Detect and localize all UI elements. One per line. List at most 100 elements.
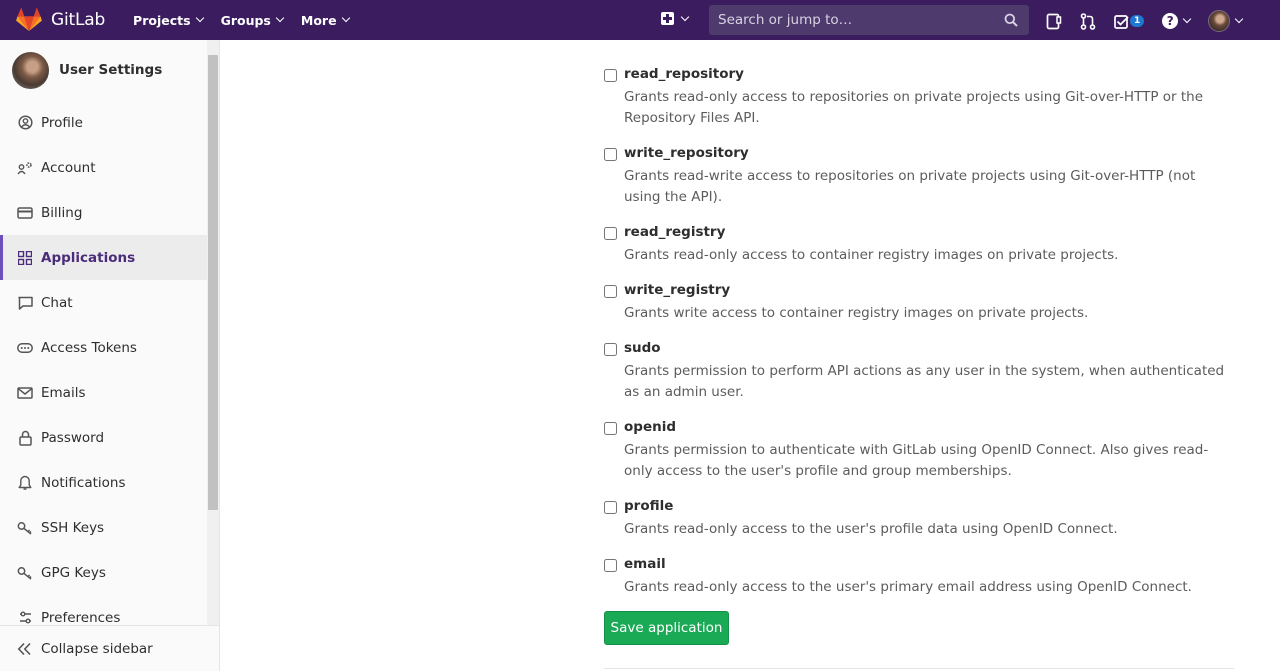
account-icon [17,160,33,176]
chevron-down-icon [195,13,204,23]
sidebar-item-label: Notifications [41,474,126,491]
sidebar-item-chat[interactable]: Chat [0,280,207,325]
user-dropdown[interactable] [1208,10,1244,32]
plus-square-icon [661,12,674,25]
chevron-down-icon [1235,14,1244,24]
clipped-previous-description [624,30,754,44]
more-menu-label: More [300,12,337,28]
chevron-down-icon [680,12,690,21]
sidebar-item-label: SSH Keys [41,519,105,536]
search-box [709,5,1029,35]
projects-menu[interactable]: Projects [133,12,204,28]
settings-sidebar: User Settings Profile Account Billing Ap… [0,40,220,671]
scope-name: sudo [624,340,661,356]
sidebar-item-label: Account [41,159,96,176]
save-application-button[interactable]: Save application [604,611,729,645]
key-icon [17,520,33,536]
sidebar-item-applications[interactable]: Applications [0,235,207,280]
scope-description: Grants permission to perform API actions… [624,363,1225,400]
scope-name: openid [624,419,676,435]
scope-checkbox-read-registry[interactable] [604,227,617,240]
sidebar-item-label: Emails [41,384,86,401]
navbar-icons: 1 ? [1046,10,1260,32]
brand-name: GitLab [51,10,106,30]
sidebar-item-label: Preferences [41,609,121,626]
help-icon: ? [1162,13,1179,29]
scope-name: profile [624,498,674,514]
sidebar-item-label: Access Tokens [41,339,137,356]
envelope-icon [17,385,33,401]
todos-button[interactable]: 1 [1114,14,1145,29]
scope-checkbox-email[interactable] [604,559,617,572]
scope-description: Grants read-only access to the user's pr… [624,579,1192,595]
main-content: read_repository Grants read-only access … [221,40,1280,671]
credit-card-icon [17,205,33,221]
token-icon [17,340,33,356]
form-divider [604,668,1234,669]
todo-check-icon [1114,14,1129,29]
sidebar-item-access-tokens[interactable]: Access Tokens [0,325,207,370]
merge-request-icon[interactable] [1080,12,1096,30]
issues-icon[interactable] [1046,13,1062,30]
applications-grid-icon [17,250,33,266]
help-dropdown[interactable]: ? [1162,13,1192,29]
sidebar-scrollbar-thumb[interactable] [208,55,218,510]
sidebar-item-label: Billing [41,204,83,221]
collapse-sidebar-label: Collapse sidebar [41,640,153,657]
scope-name: read_registry [624,224,726,240]
main-menu: Projects Groups More [133,13,367,28]
sidebar-item-label: Applications [41,249,136,266]
scope-description: Grants read-write access to repositories… [624,168,1196,205]
scope-name: email [624,556,666,572]
lock-icon [17,430,33,446]
comment-icon [17,295,33,311]
scope-checkbox-read-repository[interactable] [604,69,617,82]
chevron-down-icon [341,13,350,23]
avatar [12,51,49,89]
sidebar-item-password[interactable]: Password [0,415,207,460]
scope-description: Grants read-only access to container reg… [624,247,1119,263]
more-menu[interactable]: More [300,12,350,28]
scope-checkbox-write-registry[interactable] [604,285,617,298]
scope-description: Grants permission to authenticate with G… [624,442,1209,479]
avatar [1208,10,1231,32]
sidebar-item-gpg-keys[interactable]: GPG Keys [0,550,207,595]
scope-name: write_registry [624,282,731,298]
sidebar-item-billing[interactable]: Billing [0,190,207,235]
sidebar-item-profile[interactable]: Profile [0,100,207,145]
projects-menu-label: Projects [133,12,191,28]
double-chevron-left-icon [17,642,32,656]
sidebar-item-notifications[interactable]: Notifications [0,460,207,505]
new-item-dropdown[interactable] [661,12,690,25]
sidebar-nav: Profile Account Billing Applications Cha… [0,100,207,640]
scope-checkbox-sudo[interactable] [604,343,617,356]
scope-description: Grants read-only access to repositories … [624,89,1204,126]
sidebar-item-label: Chat [41,294,73,311]
sidebar-item-emails[interactable]: Emails [0,370,207,415]
chevron-down-icon [1183,14,1192,24]
gitlab-logo[interactable]: GitLab [16,8,105,32]
search-input[interactable] [718,12,998,28]
sidebar-item-account[interactable]: Account [0,145,207,190]
sidebar-title: User Settings [59,62,163,78]
sidebar-item-label: GPG Keys [41,564,106,581]
preferences-icon [17,610,33,626]
search-icon[interactable] [1004,13,1018,27]
sidebar-item-label: Profile [41,114,83,131]
scope-description: Grants read-only access to the user's pr… [624,521,1118,537]
key-icon [17,565,33,581]
bell-icon [17,475,33,491]
scope-name: read_repository [624,66,744,82]
scope-checkbox-profile[interactable] [604,501,617,514]
collapse-sidebar-button[interactable]: Collapse sidebar [0,625,219,671]
scope-name: write_repository [624,145,749,161]
gitlab-tanuki-icon [16,8,42,31]
scope-checkbox-write-repository[interactable] [604,148,617,161]
profile-icon [17,115,33,131]
sidebar-item-ssh-keys[interactable]: SSH Keys [0,505,207,550]
groups-menu[interactable]: Groups [221,13,285,28]
scope-checkbox-openid[interactable] [604,422,617,435]
chevron-down-icon [275,13,285,23]
sidebar-item-label: Password [41,429,105,446]
sidebar-header[interactable]: User Settings [0,40,219,100]
